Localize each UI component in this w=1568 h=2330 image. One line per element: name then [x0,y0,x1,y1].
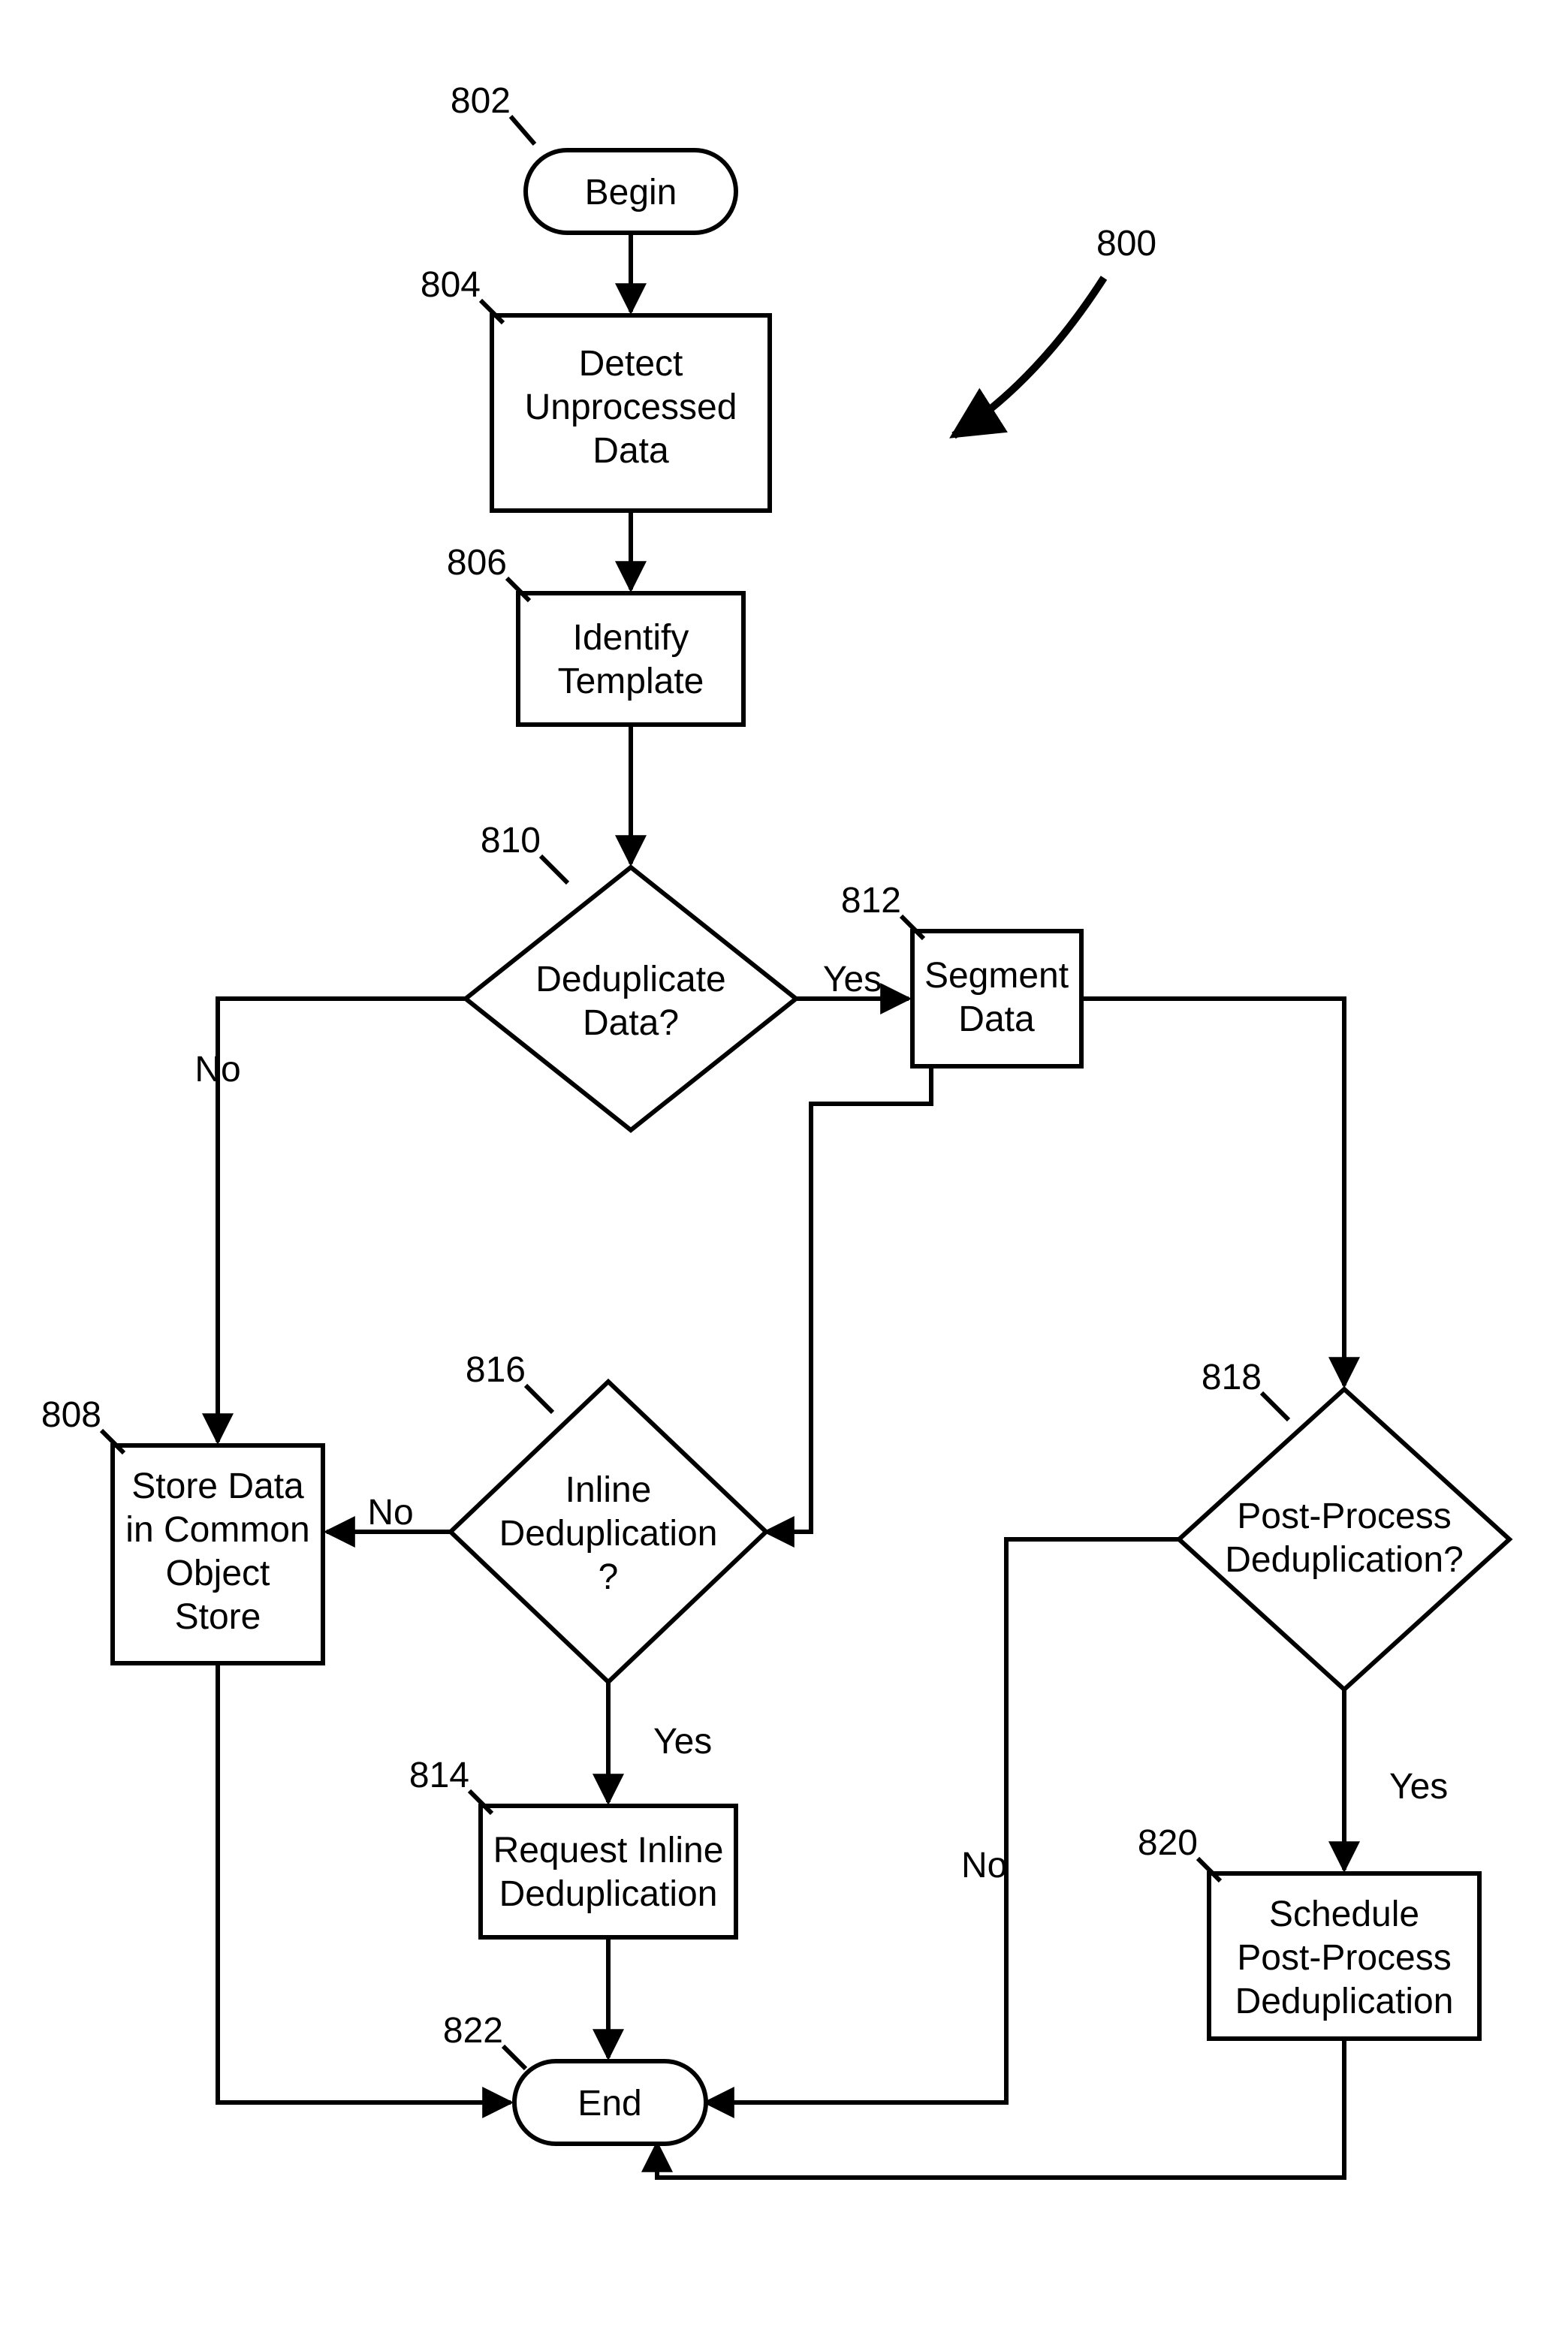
dedup-yes-label: Yes [823,960,882,999]
inline-l1: Inline [565,1470,652,1510]
post-num: 818 [1202,1358,1262,1397]
request-inline-num: 814 [409,1756,469,1795]
dedup-no-label: No [194,1050,240,1090]
store-l4: Store [175,1597,261,1637]
post-l1: Post-Process [1237,1497,1451,1536]
detect-node: Detect Unprocessed Data 804 [421,265,770,511]
detect-l1: Detect [579,344,683,384]
detect-num: 804 [421,265,481,305]
identify-l1: Identify [573,618,689,658]
schedule-l2: Post-Process [1237,1938,1451,1978]
edge-schedule-end [657,2039,1344,2178]
inline-yes-label: Yes [653,1722,712,1762]
end-label: End [577,2084,641,2124]
flowchart: 800 Begin 802 Detect Unprocessed Data 80… [0,0,1568,2330]
begin-label: Begin [585,173,677,213]
store-node: Store Data in Common Object Store 808 [41,1395,323,1663]
dedup-num: 810 [481,821,541,861]
edge-segment-inline [766,1066,931,1532]
dedup-l2: Data? [583,1003,679,1043]
post-yes-label: Yes [1389,1767,1448,1807]
dedup-l1: Deduplicate [535,960,726,999]
postprocess-decision: Post-Process Deduplication? 818 [1179,1358,1509,1689]
schedule-node: Schedule Post-Process Deduplication 820 [1138,1823,1479,2039]
request-inline-l2: Deduplication [499,1874,718,1914]
identify-l2: Template [558,662,704,701]
inline-l2: Deduplication [499,1514,718,1554]
inline-l3: ? [599,1557,619,1597]
figure-ref: 800 [954,224,1156,436]
figure-ref-num: 800 [1096,224,1156,264]
request-inline-node: Request Inline Deduplication 814 [409,1756,736,1937]
segment-l2: Data [958,999,1035,1039]
request-inline-l1: Request Inline [493,1831,724,1870]
post-l2: Deduplication? [1225,1540,1464,1580]
edge-dedup-no [218,999,466,1442]
identify-num: 806 [447,543,507,583]
detect-l2: Unprocessed [525,387,737,427]
detect-l3: Data [593,431,669,471]
end-node: End 822 [443,2011,706,2144]
schedule-l1: Schedule [1269,1894,1419,1934]
begin-node: Begin 802 [451,81,736,233]
edge-post-no [706,1539,1179,2102]
store-l2: in Common [125,1510,309,1550]
identify-node: Identify Template 806 [447,543,743,725]
dedup-decision: Deduplicate Data? 810 [466,821,796,1130]
segment-num: 812 [841,881,901,921]
end-num: 822 [443,2011,503,2051]
segment-l1: Segment [924,956,1069,996]
post-no-label: No [961,1846,1007,1885]
store-l3: Object [166,1554,270,1593]
begin-num: 802 [451,81,511,121]
edge-segment-post [1081,999,1344,1385]
inline-num: 816 [466,1350,526,1390]
inline-decision: Inline Deduplication ? 816 [451,1350,766,1682]
schedule-num: 820 [1138,1823,1198,1863]
schedule-l3: Deduplication [1235,1982,1454,2021]
store-l1: Store Data [131,1466,304,1506]
inline-no-label: No [367,1493,413,1533]
store-num: 808 [41,1395,101,1435]
